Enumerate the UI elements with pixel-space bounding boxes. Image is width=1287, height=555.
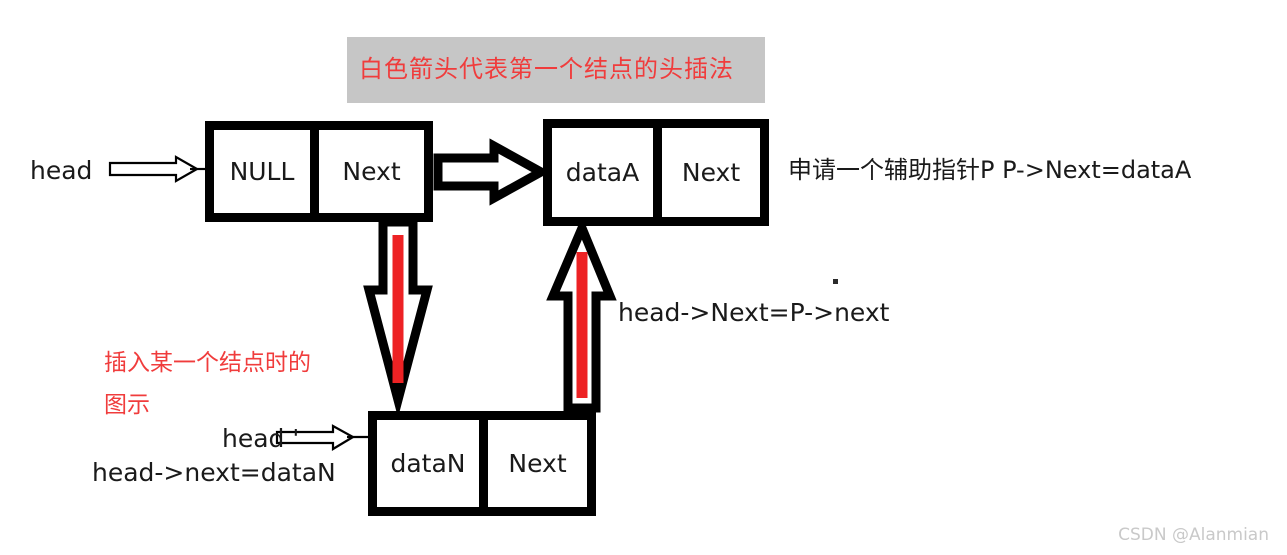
node-head-next: Next [310,130,424,213]
title-text: 白色箭头代表第一个结点的头插法 [359,55,734,83]
down-arrow-head-to-datan [363,217,433,418]
node-box-a: dataA Next [543,119,769,226]
diagram-canvas: 白色箭头代表第一个结点的头插法 NULL Next dataA Next dat… [0,0,1287,555]
annotation-head-next-datan: head->next=dataN [92,458,336,487]
annotation-apply-pointer: 申请一个辅助指针P P->Next=dataA [788,156,1192,184]
node-head-data: NULL [214,130,310,213]
node-box-n: dataN Next [368,411,596,516]
red-note-block: 插入某一个结点时的 图示 [104,342,311,426]
node-a-data: dataA [552,128,653,217]
head-pointer-arrow [108,155,205,183]
annotation-head-next-p-next: head->Next=P->next [618,298,890,327]
node-box-head: NULL Next [205,121,433,222]
csdn-watermark: CSDN @Alanmian [1118,525,1269,545]
white-block-arrow [433,138,551,206]
node-n-data: dataN [377,420,479,507]
dot-artifact [833,279,838,284]
red-note-line-2: 图示 [104,392,150,418]
up-arrow-datan-to-dataa [546,216,617,413]
label-head-pointer: head [30,156,93,185]
node-n-next: Next [479,420,587,507]
node-a-next: Next [653,128,760,217]
red-note-line-1: 插入某一个结点时的 [104,350,311,376]
label-head-prime-pointer: head ' [222,424,300,453]
